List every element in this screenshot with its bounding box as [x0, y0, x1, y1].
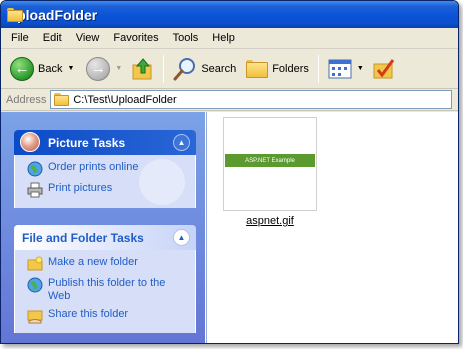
file-view: ASP.NET Example aspnet.gif [206, 112, 458, 343]
toolbar-separator [317, 54, 319, 83]
file-folder-tasks-body: Make a new folder Publish this folder to… [14, 250, 196, 333]
thumbnail-image-text: ASP.NET Example [225, 154, 315, 167]
forward-button[interactable]: → ▼ [83, 53, 125, 85]
collapse-chevron-icon[interactable]: ▲ [173, 134, 190, 151]
back-dropdown-icon[interactable]: ▼ [67, 65, 74, 72]
printer-icon [27, 182, 43, 198]
task-make-folder[interactable]: Make a new folder [27, 256, 185, 272]
task-label: Order prints online [48, 161, 139, 173]
picture-tasks-panel: Picture Tasks ▲ Order prints online Prin… [14, 130, 196, 208]
back-arrow-icon: ← [10, 56, 34, 81]
picture-tasks-icon [20, 132, 40, 152]
address-bar: Address C:\Test\UploadFolder [1, 89, 458, 111]
address-folder-icon [54, 93, 70, 106]
collapse-chevron-icon[interactable]: ▲ [173, 229, 190, 246]
task-share-folder[interactable]: Share this folder [27, 308, 185, 324]
folder-icon [7, 7, 23, 22]
back-button[interactable]: ← Back ▼ [7, 53, 77, 85]
menu-favorites[interactable]: Favorites [107, 32, 164, 44]
forward-arrow-icon: → [86, 56, 111, 81]
file-name[interactable]: aspnet.gif [223, 215, 317, 227]
folder-options-button[interactable] [369, 53, 399, 85]
task-pane: Picture Tasks ▲ Order prints online Prin… [1, 112, 205, 343]
watermark-icon [139, 159, 185, 205]
file-thumbnail[interactable]: ASP.NET Example [223, 117, 317, 211]
views-icon [328, 59, 352, 78]
views-button[interactable]: ▼ [325, 53, 367, 85]
search-icon [173, 57, 196, 80]
menu-view[interactable]: View [70, 32, 106, 44]
content-area: Picture Tasks ▲ Order prints online Prin… [1, 112, 458, 343]
folders-label: Folders [272, 62, 309, 75]
title-bar[interactable]: UploadFolder [1, 1, 458, 28]
folder-checkmark-icon [373, 58, 395, 78]
search-label: Search [201, 62, 237, 75]
share-folder-icon [27, 310, 43, 324]
file-folder-tasks-title: File and Folder Tasks [22, 230, 144, 245]
picture-tasks-title: Picture Tasks [48, 135, 126, 150]
toolbar: ← Back ▼ → ▼ Search Folders ▼ [1, 49, 458, 89]
address-label: Address [6, 93, 47, 106]
globe-icon [27, 161, 43, 177]
file-folder-tasks-panel: File and Folder Tasks ▲ Make a new folde… [14, 225, 196, 333]
address-input[interactable]: C:\Test\UploadFolder [50, 90, 452, 109]
task-label: Make a new folder [48, 256, 138, 268]
task-publish-web[interactable]: Publish this folder to the Web [27, 277, 185, 303]
views-dropdown-icon[interactable]: ▼ [357, 65, 364, 72]
picture-tasks-body: Order prints online Print pictures [14, 155, 196, 208]
menu-help[interactable]: Help [206, 32, 241, 44]
new-folder-icon [27, 256, 43, 271]
forward-dropdown-icon[interactable]: ▼ [115, 65, 122, 72]
file-folder-tasks-header[interactable]: File and Folder Tasks ▲ [14, 225, 196, 250]
publish-web-icon [27, 277, 43, 293]
menu-tools[interactable]: Tools [167, 32, 205, 44]
picture-tasks-header[interactable]: Picture Tasks ▲ [14, 130, 196, 155]
menu-bar: File Edit View Favorites Tools Help [1, 28, 458, 49]
up-folder-button[interactable] [129, 53, 157, 85]
folders-button[interactable]: Folders [243, 53, 312, 85]
search-button[interactable]: Search [170, 53, 239, 85]
address-value: C:\Test\UploadFolder [73, 93, 177, 106]
toolbar-separator [163, 54, 165, 83]
up-folder-icon [132, 57, 152, 79]
task-label: Share this folder [48, 308, 129, 320]
folders-icon [246, 59, 269, 78]
menu-edit[interactable]: Edit [37, 32, 68, 44]
back-label: Back [38, 62, 63, 75]
task-label: Publish this folder to the Web [48, 277, 166, 302]
menu-file[interactable]: File [5, 32, 35, 44]
task-label: Print pictures [48, 182, 113, 194]
explorer-window: UploadFolder File Edit View Favorites To… [0, 0, 459, 344]
